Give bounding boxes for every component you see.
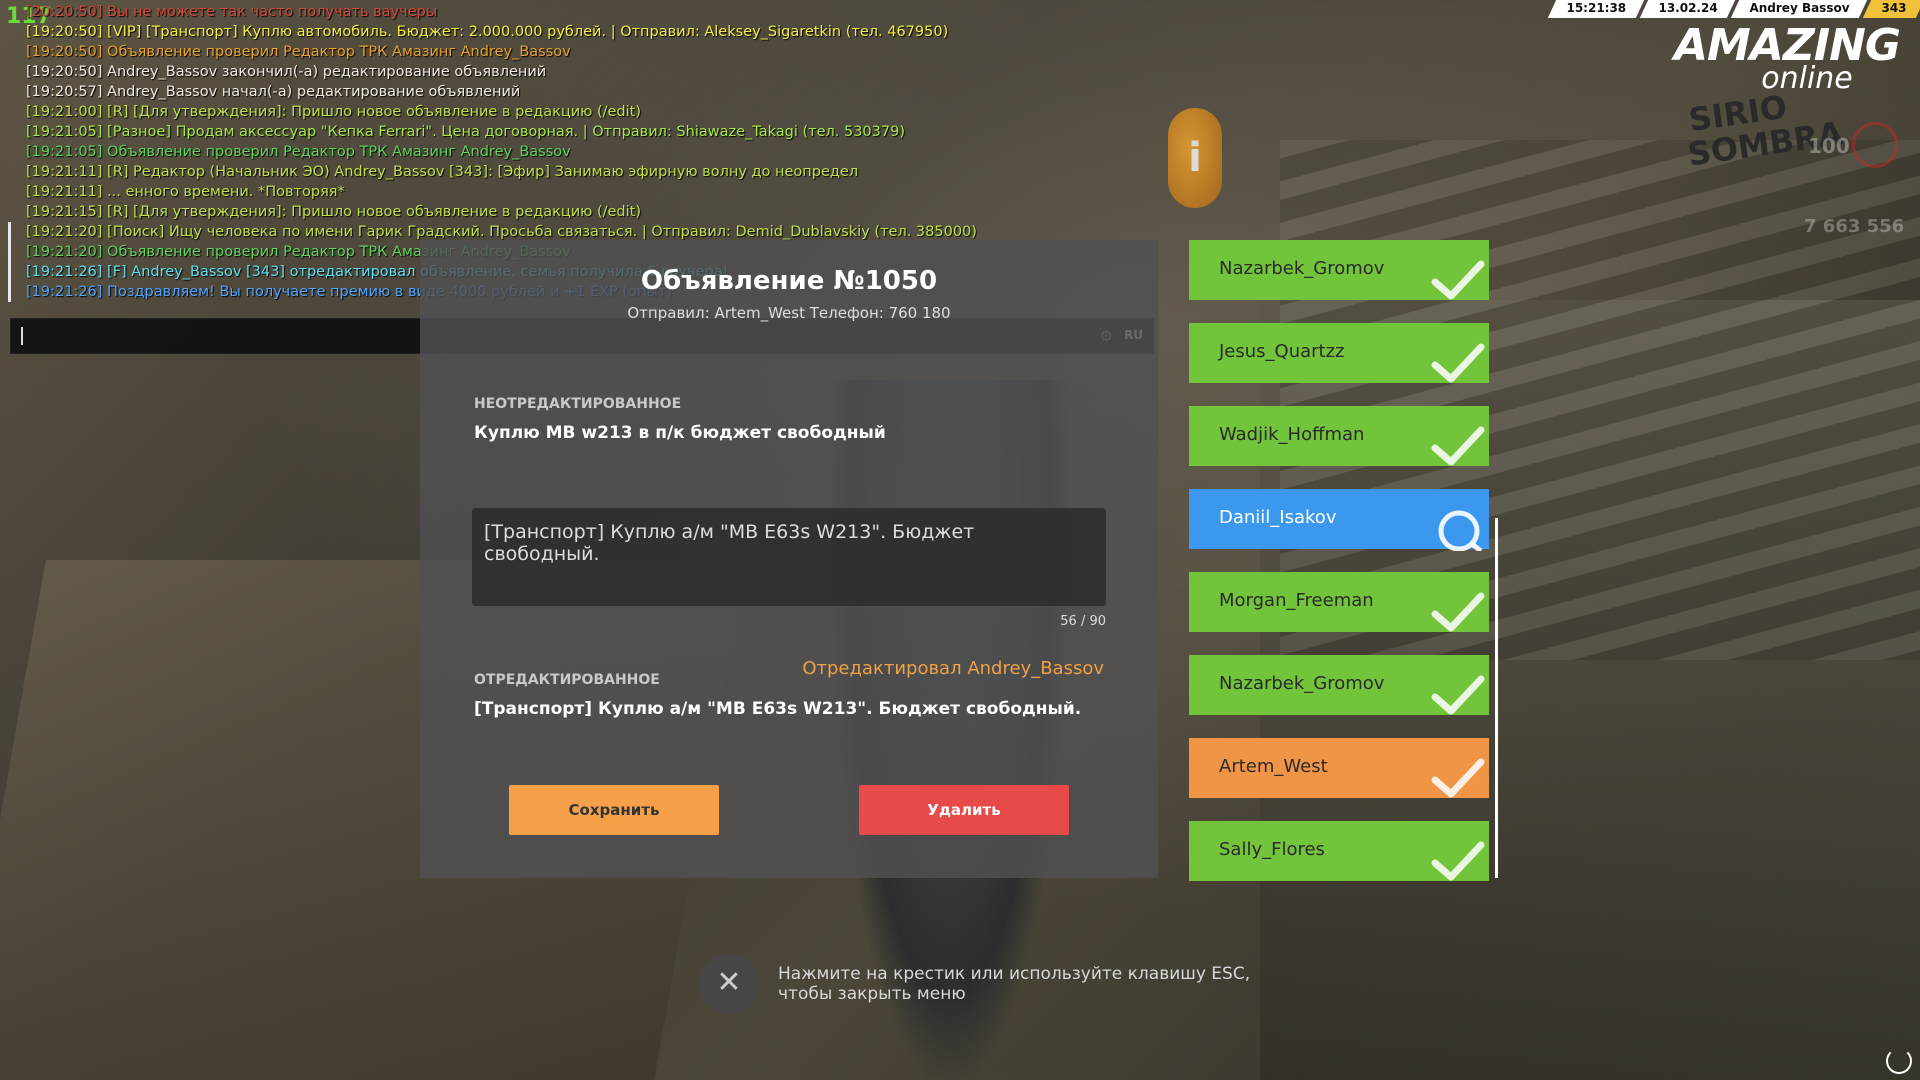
unedited-label: НЕОТРЕДАКТИРОВАННОЕ: [474, 396, 682, 412]
checkmark-icon: [1429, 424, 1485, 468]
ad-title: Объявление №1050: [640, 266, 938, 296]
logo-sub: online: [1761, 61, 1853, 96]
queue-item[interactable]: Nazarbek_Gromov: [1189, 240, 1489, 300]
chat-line: [19:20:50] [VIP] [Транспорт] Куплю автом…: [26, 24, 949, 40]
info-pickup-icon: i: [1168, 108, 1222, 208]
char-counter: 56 / 90: [1060, 614, 1106, 629]
queue-item-name: Artem_West: [1219, 756, 1328, 777]
queue-item-name: Nazarbek_Gromov: [1219, 258, 1385, 279]
checkmark-icon: [1429, 673, 1485, 717]
queue-item[interactable]: Morgan_Freeman: [1189, 572, 1489, 632]
close-button[interactable]: ✕: [699, 954, 759, 1014]
close-hint-line-1: Нажмите на крестик или используйте клави…: [778, 964, 1251, 984]
chat-line: [19:21:11] ... енного времени. *Повторяя…: [26, 184, 345, 200]
checkmark-icon: [1429, 258, 1485, 302]
search-icon: [1429, 507, 1485, 553]
checkmark-icon: [1429, 341, 1485, 385]
unedited-text: Куплю МВ w213 в п/к бюджет свободный: [474, 423, 886, 443]
loading-icon: [1886, 1048, 1912, 1074]
health-value: 100: [1808, 134, 1850, 158]
delete-button[interactable]: Удалить: [859, 785, 1069, 835]
chat-line: [19:21:15] [R] [Для утверждения]: Пришло…: [26, 204, 642, 220]
queue-item[interactable]: Daniil_Isakov: [1189, 489, 1489, 553]
ad-queue-list: Nazarbek_Gromov Jesus_Quartzz Wadjik_Hoffm…: [1189, 240, 1489, 904]
queue-item[interactable]: Jesus_Quartzz: [1189, 323, 1489, 383]
queue-item[interactable]: Artem_West: [1189, 738, 1489, 798]
checkmark-icon: [1429, 756, 1485, 800]
chat-line: [19:21:05] [Разное] Продам аксессуар "Ке…: [26, 124, 905, 140]
chat-line: [19:20:50] Объявление проверил Редактор …: [26, 44, 571, 60]
money-value: 7 663 556: [1804, 216, 1905, 237]
hud-time: 15:21:38: [1547, 0, 1644, 18]
queue-item-name: Sally_Flores: [1219, 839, 1325, 860]
queue-item[interactable]: Sally_Flores: [1189, 821, 1489, 881]
queue-item-name: Daniil_Isakov: [1219, 507, 1337, 528]
text-caret: [21, 327, 23, 345]
close-hint-line-2: чтобы закрыть меню: [778, 984, 966, 1004]
hud-bar: 15:21:38 13.02.24 Andrey Bassov 343: [1547, 0, 1920, 18]
hud-date: 13.02.24: [1639, 0, 1736, 18]
queue-scrollbar[interactable]: [1495, 518, 1498, 878]
gang-emblem: SIRIO SOMBRA: [1685, 87, 1846, 174]
queue-item-name: Wadjik_Hoffman: [1219, 424, 1365, 445]
queue-item-name: Jesus_Quartzz: [1219, 341, 1345, 362]
ad-edit-field[interactable]: [Транспорт] Куплю а/м "MB E63s W213". Бю…: [472, 508, 1106, 606]
queue-item[interactable]: Nazarbek_Gromov: [1189, 655, 1489, 715]
chat-line: [19:21:20] [Поиск] Ищу человека по имени…: [8, 222, 1128, 242]
edited-text: [Транспорт] Куплю а/м "MB E63s W213". Бю…: [474, 699, 1082, 719]
chat-line: [20:20:50] Вы не можете так часто получа…: [26, 4, 438, 20]
queue-item[interactable]: Wadjik_Hoffman: [1189, 406, 1489, 466]
edited-label: ОТРЕДАКТИРОВАННОЕ: [474, 672, 660, 688]
chat-line: [19:20:57] Andrey_Bassov начал(-а) редак…: [26, 84, 521, 100]
save-button[interactable]: Сохранить: [509, 785, 719, 835]
chat-line: [19:20:50] Andrey_Bassov закончил(-а) ре…: [26, 64, 547, 80]
checkmark-icon: [1429, 839, 1485, 883]
ad-sender: Отправил: Artem_West Телефон: 760 180: [627, 304, 951, 322]
hud-player-name: Andrey Bassov: [1730, 0, 1868, 18]
queue-item-name: Morgan_Freeman: [1219, 590, 1374, 611]
queue-item-name: Nazarbek_Gromov: [1219, 673, 1385, 694]
hud-player-id: 343: [1862, 0, 1920, 18]
health-ring-icon: [1852, 122, 1898, 168]
close-hint: Нажмите на крестик или используйте клави…: [778, 964, 1250, 1004]
chat-line: [19:21:11] [R] Редактор (Начальник ЭО) A…: [26, 164, 859, 180]
checkmark-icon: [1429, 590, 1485, 634]
server-logo: AMAZING online: [1672, 24, 1902, 96]
ad-editor-modal: Объявление №1050 Отправил: Artem_West Те…: [420, 240, 1158, 878]
chat-line: [19:21:05] Объявление проверил Редактор …: [26, 144, 571, 160]
chat-line: [19:21:00] [R] [Для утверждения]: Пришло…: [26, 104, 642, 120]
edited-by: Отредактировал Andrey_Bassov: [802, 658, 1104, 679]
